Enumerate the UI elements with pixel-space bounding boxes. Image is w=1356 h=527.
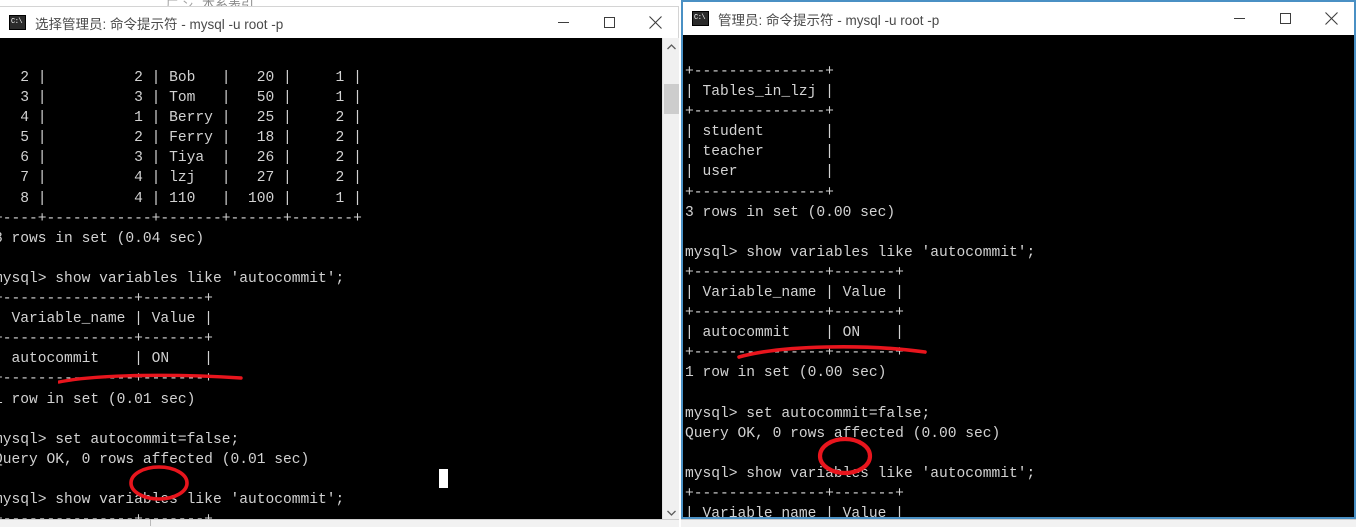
left-window-title: 选择管理员: 命令提示符 - mysql -u root -p (35, 16, 284, 32)
right-console-window[interactable]: 管理员: 命令提示符 - mysql -u root -p +------- (681, 0, 1356, 519)
right-window-title: 管理员: 命令提示符 - mysql -u root -p (718, 12, 940, 28)
scrollbar-up-arrow-icon[interactable] (663, 38, 679, 55)
scrollbar-thumb[interactable] (664, 84, 679, 114)
left-maximize-button[interactable] (586, 7, 632, 38)
left-terminal[interactable]: 2 | 2 | Bob | 20 | 1 | 3 | 3 | Tom | 50 … (0, 38, 679, 521)
desktop-strip-divider (150, 519, 151, 526)
right-maximize-button[interactable] (1262, 2, 1308, 35)
left-window-titlebar[interactable]: 选择管理员: 命令提示符 - mysql -u root -p (0, 7, 678, 38)
left-minimize-button[interactable] (540, 7, 586, 38)
left-close-button[interactable] (632, 7, 678, 38)
right-minimize-button[interactable] (1216, 2, 1262, 35)
console-icon (692, 11, 709, 26)
right-terminal-output: +---------------+ | Tables_in_lzj | +---… (685, 64, 1036, 517)
close-icon (1324, 12, 1338, 25)
close-icon (648, 16, 662, 29)
maximize-icon (1279, 13, 1291, 24)
right-caption-buttons (1216, 2, 1354, 35)
console-icon (9, 15, 26, 30)
right-window-titlebar[interactable]: 管理员: 命令提示符 - mysql -u root -p (683, 2, 1354, 35)
left-terminal-cursor (439, 469, 448, 488)
right-terminal[interactable]: +---------------+ | Tables_in_lzj | +---… (683, 35, 1354, 517)
left-terminal-scrollbar[interactable] (662, 38, 679, 521)
maximize-icon (603, 17, 615, 28)
minimize-icon (557, 22, 569, 23)
left-console-window[interactable]: 选择管理员: 命令提示符 - mysql -u root -p 2 | (0, 6, 679, 521)
left-caption-buttons (540, 7, 678, 38)
left-terminal-output: 2 | 2 | Bob | 20 | 1 | 3 | 3 | Tom | 50 … (0, 70, 362, 521)
minimize-icon (1233, 18, 1245, 19)
right-close-button[interactable] (1308, 2, 1354, 35)
